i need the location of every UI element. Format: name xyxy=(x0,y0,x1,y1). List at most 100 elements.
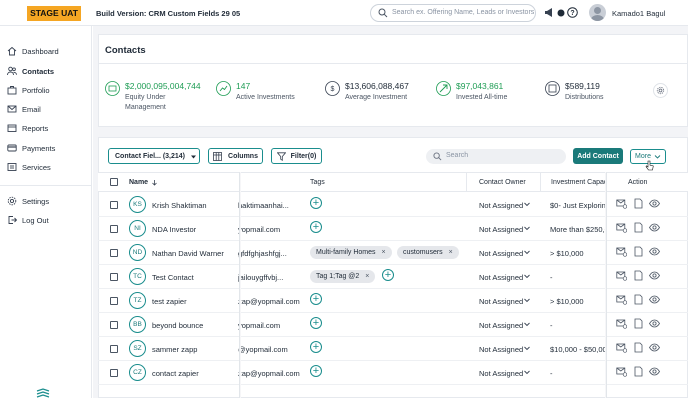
contact-name[interactable]: beyond bounce xyxy=(152,321,203,330)
add-tag-icon[interactable]: + xyxy=(310,197,322,209)
contact-name[interactable]: Krish Shaktiman xyxy=(152,201,207,210)
document-icon[interactable] xyxy=(633,366,644,377)
chevron-down-icon[interactable] xyxy=(523,368,531,376)
view-eye-icon[interactable] xyxy=(649,246,660,257)
sidebar-item-contacts[interactable]: Contacts xyxy=(7,66,54,76)
view-eye-icon[interactable] xyxy=(649,198,660,209)
sidebar-item-payments[interactable]: Payments xyxy=(7,143,55,153)
remove-tag-icon[interactable]: × xyxy=(381,249,385,256)
sidebar-item-settings[interactable]: Settings xyxy=(7,196,49,206)
view-eye-icon[interactable] xyxy=(649,270,660,281)
view-eye-icon[interactable] xyxy=(649,342,660,353)
table-row[interactable]: NI NDA Investor yopmail.com + Not Assigned Mo… xyxy=(98,217,688,241)
tag-chip[interactable]: Multi-family Homes × xyxy=(310,246,392,259)
global-search-input[interactable]: Search ex. Offering Name, Leads or Inves… xyxy=(370,4,536,22)
row-checkbox[interactable] xyxy=(110,321,118,329)
contact-name[interactable]: sammer zapp xyxy=(152,345,197,354)
sidebar-item-logout[interactable]: Log Out xyxy=(7,215,49,225)
sidebar-item-email[interactable]: Email xyxy=(7,104,41,114)
contact-owner[interactable]: Not Assigned xyxy=(479,225,523,234)
tag-chip[interactable]: Tag 1;Tag @2 × xyxy=(310,270,376,283)
contact-name[interactable]: Nathan David Warner xyxy=(152,249,224,258)
contact-owner[interactable]: Not Assigned xyxy=(479,297,523,306)
sidebar-item-reports[interactable]: Reports xyxy=(7,123,48,133)
chevron-down-icon[interactable] xyxy=(523,344,531,352)
add-tag-icon[interactable]: + xyxy=(382,269,394,281)
contact-owner[interactable]: Not Assigned xyxy=(479,273,523,282)
megaphone-icon[interactable] xyxy=(544,7,555,18)
add-tag-icon[interactable]: + xyxy=(310,341,322,353)
avatar[interactable]: NI xyxy=(129,220,146,237)
columns-button[interactable]: Columns xyxy=(208,148,263,164)
chevron-down-icon[interactable] xyxy=(523,296,531,304)
document-icon[interactable] xyxy=(633,342,644,353)
document-icon[interactable] xyxy=(633,294,644,305)
chevron-down-icon[interactable] xyxy=(523,320,531,328)
row-checkbox[interactable] xyxy=(110,297,118,305)
send-email-icon[interactable] xyxy=(616,366,627,377)
table-row[interactable]: KS Krish Shaktiman haktimaanhai... + Not Ass… xyxy=(98,193,688,217)
contact-owner[interactable]: Not Assigned xyxy=(479,321,523,330)
contact-name[interactable]: test zapier xyxy=(152,297,187,306)
table-row[interactable]: TC Test Contact jailouygffvbj... Tag 1;Tag … xyxy=(98,265,688,289)
contact-owner[interactable]: Not Assigned xyxy=(479,345,523,354)
remove-tag-icon[interactable]: × xyxy=(449,249,453,256)
sidebar-item-dashboard[interactable]: Dashboard xyxy=(7,46,59,56)
column-header-owner[interactable]: Contact Owner xyxy=(479,179,526,186)
send-email-icon[interactable] xyxy=(616,294,627,305)
view-eye-icon[interactable] xyxy=(649,222,660,233)
document-icon[interactable] xyxy=(633,318,644,329)
filter-button[interactable]: Filter(0) xyxy=(271,148,322,164)
column-header-name[interactable]: Name xyxy=(129,179,148,186)
table-row[interactable]: SZ sammer zapp @yopmail.com + Not Assigned $1… xyxy=(98,337,688,361)
view-eye-icon[interactable] xyxy=(649,318,660,329)
document-icon[interactable] xyxy=(633,222,644,233)
contacts-search-input[interactable]: Search xyxy=(426,149,566,164)
metrics-settings-button[interactable] xyxy=(653,83,668,98)
row-checkbox[interactable] xyxy=(110,369,118,377)
contact-name[interactable]: contact zapier xyxy=(152,369,199,378)
add-tag-icon[interactable]: + xyxy=(310,365,322,377)
avatar[interactable]: KS xyxy=(129,196,146,213)
send-email-icon[interactable] xyxy=(616,342,627,353)
chevron-down-icon[interactable] xyxy=(523,224,531,232)
contact-owner[interactable]: Not Assigned xyxy=(479,249,523,258)
contact-owner[interactable]: Not Assigned xyxy=(479,369,523,378)
sidebar-item-portfolio[interactable]: Portfolio xyxy=(7,85,50,95)
document-icon[interactable] xyxy=(633,198,644,209)
avatar[interactable]: ND xyxy=(129,244,146,261)
contact-name[interactable]: Test Contact xyxy=(152,273,194,282)
status-dot-icon[interactable] xyxy=(557,9,565,17)
select-all-checkbox[interactable] xyxy=(110,178,118,186)
chevron-down-icon[interactable] xyxy=(523,200,531,208)
table-row[interactable]: BB beyond bounce yopmail.com + Not Assigned - xyxy=(98,313,688,337)
table-row[interactable]: TZ test zapier zap@yopmail.com + Not Assigne… xyxy=(98,289,688,313)
avatar[interactable]: BB xyxy=(129,316,146,333)
column-header-tags[interactable]: Tags xyxy=(310,179,325,186)
row-checkbox[interactable] xyxy=(110,201,118,209)
send-email-icon[interactable] xyxy=(616,270,627,281)
avatar[interactable]: TC xyxy=(129,268,146,285)
row-checkbox[interactable] xyxy=(110,249,118,257)
avatar[interactable]: CZ xyxy=(129,364,146,381)
send-email-icon[interactable] xyxy=(616,222,627,233)
column-header-investment[interactable]: Investment Capaci xyxy=(551,179,607,186)
add-contact-button[interactable]: Add Contact xyxy=(573,148,623,164)
sort-down-icon[interactable] xyxy=(151,179,158,186)
document-icon[interactable] xyxy=(633,246,644,257)
contact-name[interactable]: NDA Investor xyxy=(152,225,196,234)
avatar[interactable]: SZ xyxy=(129,340,146,357)
add-tag-icon[interactable]: + xyxy=(310,221,322,233)
tag-chip[interactable]: customusers × xyxy=(397,246,459,259)
contact-owner[interactable]: Not Assigned xyxy=(479,201,523,210)
contact-fields-dropdown[interactable]: Contact Fiel... (3,214) xyxy=(108,148,200,164)
user-name[interactable]: Kamado1 Bagul xyxy=(612,9,665,18)
chevron-down-icon[interactable] xyxy=(523,272,531,280)
view-eye-icon[interactable] xyxy=(649,366,660,377)
table-row[interactable]: ND Nathan David Warner gfdfghjashfgj... Mul… xyxy=(98,241,688,265)
row-checkbox[interactable] xyxy=(110,273,118,281)
add-tag-icon[interactable]: + xyxy=(310,317,322,329)
send-email-icon[interactable] xyxy=(616,318,627,329)
view-eye-icon[interactable] xyxy=(649,294,660,305)
document-icon[interactable] xyxy=(633,270,644,281)
